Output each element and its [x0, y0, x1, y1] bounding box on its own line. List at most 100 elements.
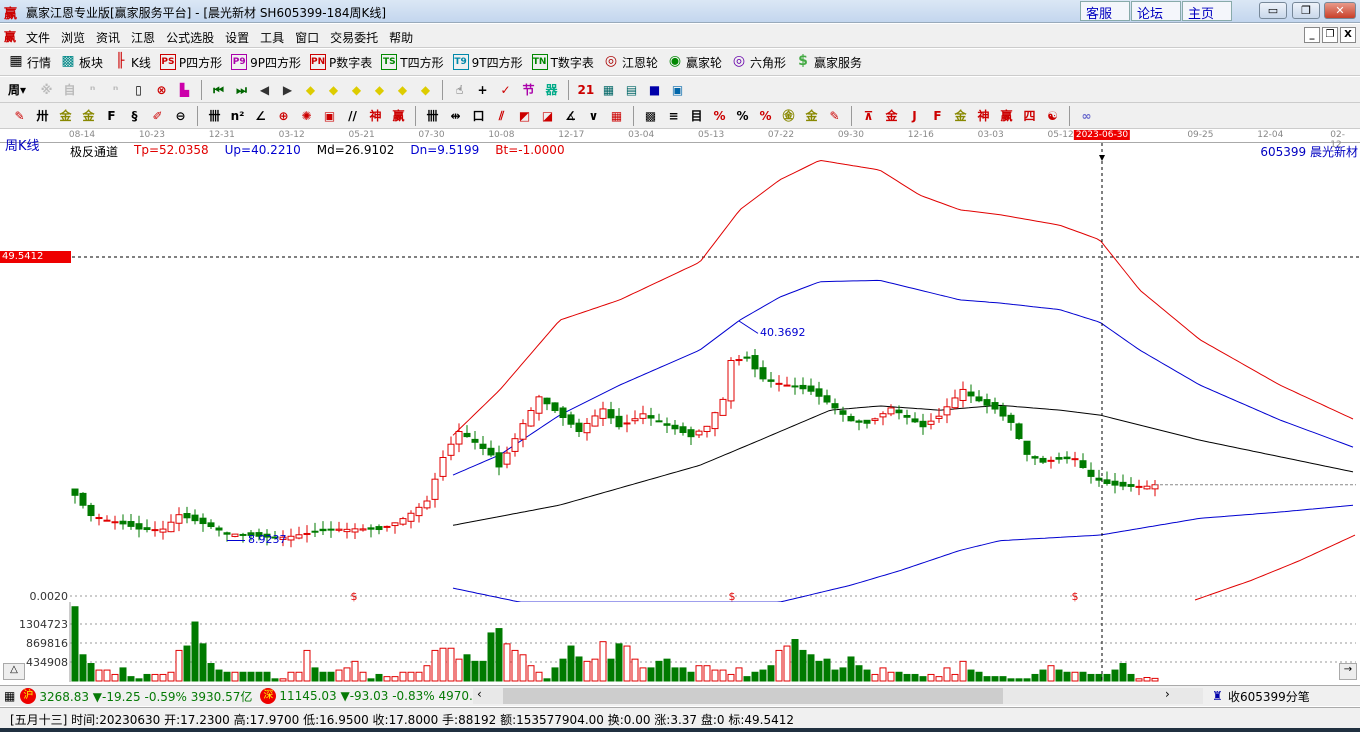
pencil-icon[interactable]: ✎ — [827, 108, 843, 124]
list-icon[interactable]: 目 — [689, 108, 705, 124]
bars9-icon[interactable]: ⁿ — [108, 82, 124, 98]
menu-item[interactable]: 公式选股 — [166, 29, 214, 46]
four-icon[interactable]: 四 — [1022, 108, 1038, 124]
customer-service-link[interactable]: 客服 — [1080, 1, 1130, 22]
minimize-button[interactable]: ▭ — [1259, 2, 1287, 19]
expand-h-diamond-icon[interactable]: ◆ — [349, 82, 365, 98]
angle2-icon[interactable]: ∡ — [563, 108, 579, 124]
collapse-panel-button[interactable]: △ — [3, 663, 25, 680]
tick-feed-label[interactable]: 收605399分笔 — [1228, 688, 1310, 705]
menu-item[interactable]: 浏览 — [61, 29, 85, 46]
box-icon[interactable]: 口 — [471, 108, 487, 124]
gold4-icon[interactable]: 金 — [884, 108, 900, 124]
last-icon[interactable]: ⏭ — [234, 82, 250, 98]
scroll-right-arrow[interactable]: › — [1165, 687, 1170, 701]
slash-icon[interactable]: ≡ — [666, 108, 682, 124]
percent-line-icon[interactable]: % — [712, 108, 728, 124]
toolbar-button[interactable]: P9 9P四方形 — [231, 54, 301, 71]
toolbar-button[interactable]: $ 赢家服务 — [795, 54, 862, 71]
j-icon[interactable]: J — [907, 108, 923, 124]
gold3-icon[interactable]: 金 — [804, 108, 820, 124]
radial-icon[interactable]: ✺ — [299, 108, 315, 124]
shen2-icon[interactable]: 神 — [976, 108, 992, 124]
extreme-icon[interactable]: ⊗ — [154, 82, 170, 98]
toolbar-button[interactable]: TN T数字表 — [531, 54, 594, 71]
width-icon[interactable]: ⇹ — [448, 108, 464, 124]
toolbar-button[interactable]: ◎ 六角形 — [731, 54, 786, 71]
fan-icon[interactable]: ⫽ — [494, 108, 510, 124]
print-icon[interactable]: ▣ — [670, 82, 686, 98]
target-icon[interactable]: ⊕ — [276, 108, 292, 124]
menu-item[interactable]: 窗口 — [295, 29, 319, 46]
toolbar-button[interactable]: PN P数字表 — [310, 54, 372, 71]
save-icon[interactable]: ■ — [647, 82, 663, 98]
percent2-icon[interactable]: % — [758, 108, 774, 124]
percent-icon[interactable]: % — [735, 108, 751, 124]
spiral-icon[interactable]: § — [127, 108, 143, 124]
infinity-icon[interactable]: ∞ — [1079, 108, 1095, 124]
hand-icon[interactable]: ☝ — [452, 82, 468, 98]
wave-icon[interactable]: ∨ — [586, 108, 602, 124]
toolbar-button[interactable]: TS T四方形 — [381, 54, 444, 71]
candle-icon[interactable]: ▯ — [131, 82, 147, 98]
toolbar-button[interactable]: ╟ K线 — [112, 54, 151, 71]
scroll-left-arrow[interactable]: ‹ — [477, 687, 482, 701]
gem-icon[interactable]: 器 — [544, 82, 560, 98]
bars3-icon[interactable]: ⁿ — [85, 82, 101, 98]
toolbar-button[interactable]: ▦ 行情 — [8, 54, 51, 71]
menu-item[interactable]: 帮助 — [389, 29, 413, 46]
ruler-icon[interactable]: 卌 — [425, 108, 441, 124]
grid3-icon[interactable]: ▩ — [643, 108, 659, 124]
square-icon[interactable]: ▣ — [322, 108, 338, 124]
forum-link[interactable]: 论坛 — [1131, 1, 1181, 22]
menu-item[interactable]: 资讯 — [96, 29, 120, 46]
calculator-icon[interactable]: ▦ — [601, 82, 617, 98]
eraser-icon[interactable]: ✐ — [150, 108, 166, 124]
volume-profile-icon[interactable]: ▙ — [177, 82, 193, 98]
horizontal-scrollbar[interactable]: ‹ › — [473, 687, 1203, 704]
fan2-icon[interactable]: ◩ — [517, 108, 533, 124]
shrink-h-diamond-icon[interactable]: ◆ — [372, 82, 388, 98]
menu-item[interactable]: 交易委托 — [330, 29, 378, 46]
toolbar-button[interactable]: ▩ 板块 — [60, 54, 103, 71]
fan3-icon[interactable]: ◪ — [540, 108, 556, 124]
cycle-icon[interactable]: ⊼ — [861, 108, 877, 124]
angle-icon[interactable]: ∠ — [253, 108, 269, 124]
calendar-icon[interactable]: 21 — [578, 82, 595, 98]
left-icon[interactable]: ◀ — [257, 82, 273, 98]
menu-item[interactable]: 工具 — [260, 29, 284, 46]
gold2-icon[interactable]: 金 — [81, 108, 97, 124]
mdi-close-button[interactable]: X — [1340, 27, 1356, 43]
gold1-icon[interactable]: 金 — [58, 108, 74, 124]
period-select[interactable]: 周 ▾ — [8, 81, 26, 98]
homepage-link[interactable]: 主页 — [1182, 1, 1232, 22]
gold5-icon[interactable]: 金 — [953, 108, 969, 124]
expand-v-diamond-icon[interactable]: ◆ — [418, 82, 434, 98]
expand-right-button[interactable]: → — [1339, 663, 1357, 680]
scrollbar-thumb[interactable] — [503, 688, 1003, 704]
sh-index[interactable]: 3268.83 ▼-19.25 -0.59% 3930.57亿 — [39, 688, 252, 705]
toolbar-button[interactable]: PS P四方形 — [159, 54, 222, 71]
ying-icon[interactable]: 赢 — [391, 108, 407, 124]
lines-icon[interactable]: // — [345, 108, 361, 124]
shrink-v-diamond-icon[interactable]: ◆ — [395, 82, 411, 98]
mdi-minimize-button[interactable]: _ — [1304, 27, 1320, 43]
gold-circle-icon[interactable]: ㊎ — [781, 108, 797, 124]
pen-icon[interactable]: ✎ — [12, 108, 28, 124]
menu-item[interactable]: 江恩 — [131, 29, 155, 46]
f-icon[interactable]: F — [104, 108, 120, 124]
menu-item[interactable]: 文件 — [26, 29, 50, 46]
first-icon[interactable]: ⏮ — [211, 82, 227, 98]
close-button[interactable]: ✕ — [1324, 2, 1356, 19]
grid2-icon[interactable]: ▦ — [609, 108, 625, 124]
mask-icon[interactable]: 节 — [521, 82, 537, 98]
line-icon[interactable]: ✓ — [498, 82, 514, 98]
restore-button[interactable]: ❐ — [1292, 2, 1320, 19]
yinyang-icon[interactable]: ☯ — [1045, 108, 1061, 124]
grid-icon[interactable]: 卌 — [207, 108, 223, 124]
crosshair-icon[interactable]: + — [475, 82, 491, 98]
arrow-left-diamond-icon[interactable]: ◆ — [303, 82, 319, 98]
toolbar-button[interactable]: T9 9T四方形 — [452, 54, 523, 71]
toolbar-button[interactable]: ◉ 赢家轮 — [667, 54, 722, 71]
shen-icon[interactable]: 神 — [368, 108, 384, 124]
